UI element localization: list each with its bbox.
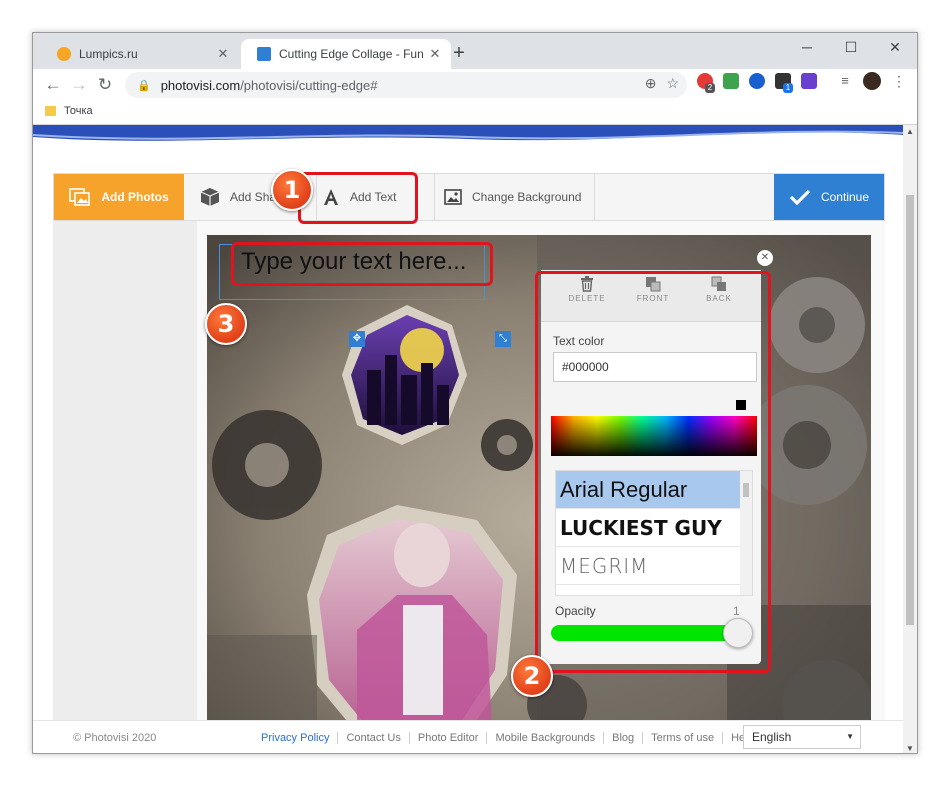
- page-scrollbar[interactable]: ▲ ▼: [903, 125, 917, 753]
- add-icon[interactable]: ⊕: [645, 75, 657, 92]
- cube-icon: [200, 188, 220, 206]
- tab-title: Lumpics.ru: [79, 47, 138, 61]
- back-arrow-icon[interactable]: ←: [43, 75, 63, 95]
- checkmark-icon: [789, 189, 811, 206]
- highlight-add-text: [298, 172, 418, 224]
- url-host: photovisi.com: [160, 77, 241, 93]
- highlight-text-element: [231, 242, 493, 286]
- photos-icon: [69, 188, 91, 206]
- page-viewport: Add Photos Add Shape Add Text Change Bac…: [33, 125, 905, 753]
- close-window-button[interactable]: ✕: [873, 33, 917, 63]
- step-callout-3: 3: [205, 303, 247, 345]
- scrollbar-thumb[interactable]: [906, 195, 914, 625]
- bookmarks-bar: Точка: [33, 101, 917, 125]
- scroll-up-icon[interactable]: ▲: [903, 127, 917, 136]
- footer-links: Privacy Policy Contact Us Photo Editor M…: [253, 732, 763, 744]
- editor-toolbar: Add Photos Add Shape Add Text Change Bac…: [53, 173, 885, 221]
- media-queue-icon[interactable]: ≡: [837, 73, 853, 89]
- photovisi-favicon-icon: [257, 47, 271, 61]
- extension-music-icon[interactable]: [723, 73, 739, 89]
- page-footer: © Photovisi 2020 Privacy Policy Contact …: [33, 720, 905, 753]
- footer-link[interactable]: Blog: [604, 732, 644, 744]
- lumpics-favicon-icon: [57, 47, 71, 61]
- photos-sidebar: [53, 221, 197, 753]
- divider: [434, 174, 435, 220]
- footer-link[interactable]: Privacy Policy: [253, 732, 339, 744]
- reload-icon[interactable]: ↻: [95, 75, 115, 95]
- change-background-label: Change Background: [472, 190, 582, 204]
- close-tab-icon[interactable]: ✕: [213, 46, 233, 62]
- continue-label: Continue: [820, 190, 870, 204]
- menu-dots-icon[interactable]: ⋮: [891, 73, 907, 89]
- avatar[interactable]: [863, 72, 881, 90]
- close-panel-icon[interactable]: ✕: [757, 250, 773, 266]
- minimize-button[interactable]: ─: [785, 33, 829, 63]
- add-photos-label: Add Photos: [101, 190, 169, 204]
- continue-button[interactable]: Continue: [774, 174, 884, 220]
- lock-icon: 🔒: [137, 79, 151, 92]
- resize-handle-icon[interactable]: ⤡: [495, 331, 511, 347]
- forward-arrow-icon[interactable]: →: [69, 75, 89, 95]
- scroll-down-icon[interactable]: ▼: [903, 744, 917, 753]
- header-wave: [33, 125, 905, 141]
- image-icon: [444, 189, 462, 205]
- extension-badge: 2: [705, 83, 715, 93]
- footer-link[interactable]: Terms of use: [643, 732, 724, 744]
- tab-strip: Lumpics.ru ✕ Cutting Edge Collage - Fun …: [33, 33, 917, 69]
- address-bar[interactable]: 🔒 photovisi.com/photovisi/cutting-edge# …: [125, 72, 687, 98]
- star-icon[interactable]: ☆: [666, 75, 679, 92]
- move-handle-icon[interactable]: ✥: [349, 331, 365, 347]
- close-tab-icon[interactable]: ✕: [425, 46, 445, 62]
- footer-link[interactable]: Mobile Backgrounds: [487, 732, 605, 744]
- change-background-button[interactable]: Change Background: [444, 174, 604, 220]
- add-photos-button[interactable]: Add Photos: [54, 174, 184, 220]
- footer-link[interactable]: Contact Us: [338, 732, 410, 744]
- extension-globe-icon[interactable]: [749, 73, 765, 89]
- language-select[interactable]: English ▼: [743, 725, 861, 749]
- new-tab-button[interactable]: +: [449, 43, 469, 63]
- step-callout-2: 2: [511, 655, 553, 697]
- tab-photovisi[interactable]: Cutting Edge Collage - Fun | Photo ✕: [241, 39, 451, 69]
- tab-lumpics[interactable]: Lumpics.ru ✕: [41, 39, 239, 69]
- browser-window: Lumpics.ru ✕ Cutting Edge Collage - Fun …: [32, 32, 918, 754]
- bookmark-item[interactable]: Точка: [45, 105, 93, 117]
- dropdown-arrow-icon: ▼: [846, 732, 854, 741]
- url-path: /photovisi/cutting-edge#: [240, 77, 378, 93]
- footer-link[interactable]: Photo Editor: [410, 732, 488, 744]
- folder-icon: [45, 106, 56, 116]
- copyright: © Photovisi 2020: [73, 732, 157, 744]
- highlight-text-panel: [535, 271, 771, 673]
- extension-badge: 1: [783, 83, 793, 93]
- maximize-button[interactable]: ☐: [829, 33, 873, 63]
- bookmark-label: Точка: [64, 105, 93, 117]
- tab-title: Cutting Edge Collage - Fun | Photo: [279, 47, 425, 61]
- divider: [594, 174, 595, 220]
- language-value: English: [752, 730, 792, 744]
- step-callout-1: 1: [271, 169, 313, 211]
- extension-purple-icon[interactable]: [801, 73, 817, 89]
